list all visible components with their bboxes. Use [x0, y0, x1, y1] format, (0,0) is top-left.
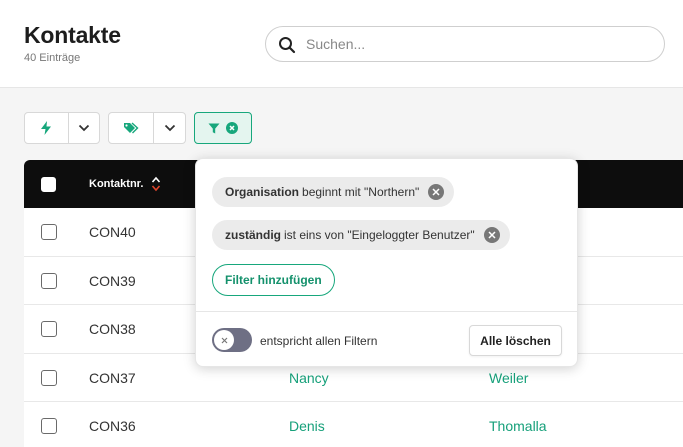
filter-chip-assignee[interactable]: zuständig ist eins von "Eingeloggter Ben… — [212, 220, 510, 250]
row-checkbox[interactable] — [41, 321, 57, 337]
chevron-down-icon — [164, 124, 175, 132]
row-checkbox[interactable] — [41, 418, 57, 434]
contact-number: CON37 — [89, 369, 136, 386]
record-count: 40 Einträge — [24, 52, 81, 64]
divider — [196, 311, 577, 312]
page-title: Kontakte — [24, 22, 121, 48]
match-all-toggle[interactable] — [212, 328, 252, 352]
filter-button[interactable] — [194, 112, 252, 144]
filter-chip-organisation[interactable]: Organisation beginnt mit "Northern" — [212, 177, 455, 207]
filter-popover: Organisation beginnt mit "Northern" zust… — [195, 158, 578, 367]
filter-condition: ist eins von "Eingeloggter Benutzer" — [284, 228, 475, 242]
contact-number: CON40 — [89, 224, 136, 240]
tags-button[interactable] — [109, 113, 153, 143]
contact-number: CON38 — [89, 321, 136, 337]
first-name[interactable]: Nancy — [289, 370, 329, 386]
row-checkbox[interactable] — [41, 224, 57, 240]
filter-icon — [208, 123, 220, 133]
tags-icon — [124, 122, 139, 134]
remove-filter-icon[interactable] — [428, 184, 445, 200]
contact-number: CON36 — [89, 418, 136, 434]
last-name[interactable]: Thomalla — [489, 418, 547, 434]
sort-icon[interactable] — [151, 176, 161, 192]
remove-filter-icon[interactable] — [483, 227, 500, 243]
filter-condition: beginnt mit "Northern" — [302, 185, 420, 199]
clear-all-button[interactable]: Alle löschen — [469, 325, 562, 356]
column-header-contact-number[interactable]: Kontaktnr. — [89, 178, 143, 190]
bolt-icon — [41, 121, 52, 135]
contact-number: CON39 — [89, 272, 136, 289]
search-icon — [279, 37, 296, 54]
actions-button[interactable] — [25, 113, 68, 143]
first-name[interactable]: Denis — [289, 418, 325, 434]
actions-dropdown-button[interactable] — [67, 113, 99, 143]
filter-field: Organisation — [225, 185, 300, 199]
actions-button-group — [24, 112, 100, 144]
row-checkbox[interactable] — [41, 369, 57, 386]
tags-dropdown-button[interactable] — [153, 113, 185, 143]
tags-button-group — [108, 112, 186, 144]
last-name[interactable]: Weiler — [489, 370, 528, 386]
select-all-checkbox[interactable] — [41, 177, 56, 192]
match-all-label: entspricht allen Filtern — [260, 334, 378, 348]
row-checkbox[interactable] — [41, 272, 57, 289]
add-filter-button[interactable]: Filter hinzufügen — [212, 264, 335, 296]
clear-circle-icon — [226, 122, 238, 134]
table-row[interactable]: CON36 Denis Thomalla — [24, 402, 683, 447]
search-box[interactable] — [265, 26, 665, 62]
page-header: Kontakte 40 Einträge — [0, 0, 683, 88]
filter-field: zuständig — [225, 228, 281, 242]
chevron-down-icon — [78, 124, 90, 132]
search-input[interactable] — [306, 33, 646, 55]
close-icon — [221, 337, 227, 343]
toggle-knob — [214, 330, 234, 350]
